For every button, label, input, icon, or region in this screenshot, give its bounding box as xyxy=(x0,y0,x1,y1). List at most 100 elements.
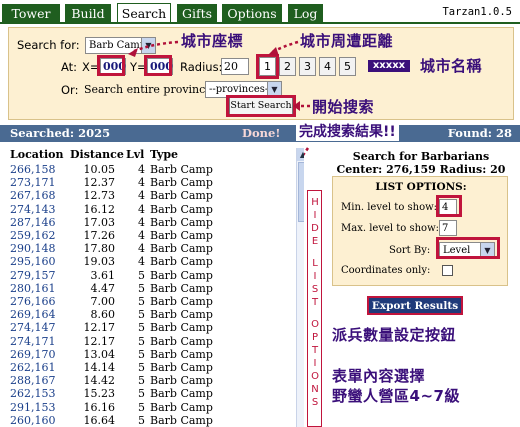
level-cell: 5 xyxy=(138,413,145,427)
highlight-min-level xyxy=(436,195,462,217)
panel-center: Center: 276,159 Radius: 20 xyxy=(336,163,506,176)
results-scrollbar[interactable]: ▲ xyxy=(296,148,304,427)
header-type[interactable]: Type xyxy=(150,148,178,161)
distance-cell: 8.60 xyxy=(90,308,116,322)
location-link[interactable]: 274,147 xyxy=(10,321,56,334)
table-row[interactable]: 260,160 16.64 5 Barb Camp xyxy=(10,414,290,427)
level-cell: 5 xyxy=(138,308,145,322)
distance-cell: 15.23 xyxy=(83,387,116,401)
hide-options-letter: E xyxy=(311,236,319,247)
type-cell: Barb Camp xyxy=(150,400,213,414)
hide-list-options-button[interactable]: HIDELISTOPTIONS xyxy=(307,190,322,427)
location-link[interactable]: 267,168 xyxy=(10,189,56,202)
max-level-label: Max. level to show: xyxy=(341,223,439,234)
level-cell: 5 xyxy=(138,374,145,388)
type-cell: Barb Camp xyxy=(150,413,213,427)
table-row[interactable]: 274,171 12.17 5 Barb Camp xyxy=(10,335,290,348)
type-cell: Barb Camp xyxy=(150,189,213,203)
distance-cell: 16.64 xyxy=(83,413,116,427)
header-distance[interactable]: Distance xyxy=(70,148,124,161)
level-cell: 4 xyxy=(138,229,145,242)
table-row[interactable]: 259,162 17.26 4 Barb Camp xyxy=(10,229,290,242)
location-link[interactable]: 274,171 xyxy=(10,335,56,348)
location-link[interactable]: 280,161 xyxy=(10,282,56,295)
sort-by-label: Sort By: xyxy=(389,245,431,256)
location-link[interactable]: 273,171 xyxy=(10,176,56,189)
type-cell: Barb Camp xyxy=(150,347,213,361)
level-cell: 5 xyxy=(138,387,145,401)
table-row[interactable]: 290,148 17.80 4 Barb Camp xyxy=(10,242,290,255)
level-cell: 4 xyxy=(138,189,145,203)
location-link[interactable]: 290,148 xyxy=(10,242,56,255)
distance-cell: 16.16 xyxy=(83,400,116,414)
list-options-heading: LIST OPTIONS: xyxy=(375,181,467,193)
distance-cell: 7.00 xyxy=(90,295,116,308)
annotation-troops-button: 派兵數量設定按鈕 xyxy=(332,326,457,344)
location-link[interactable]: 291,153 xyxy=(10,401,56,414)
location-link[interactable]: 295,160 xyxy=(10,255,56,268)
location-link[interactable]: 262,161 xyxy=(10,361,56,374)
level-cell: 5 xyxy=(138,334,145,348)
export-results-button[interactable]: Export Results xyxy=(367,296,463,315)
max-level-input[interactable]: 7 xyxy=(439,220,457,236)
location-link[interactable]: 276,166 xyxy=(10,295,56,308)
level-cell: 5 xyxy=(138,295,145,308)
location-link[interactable]: 269,170 xyxy=(10,348,56,361)
header-level[interactable]: Lvl xyxy=(126,148,144,161)
table-row[interactable]: 269,170 13.04 5 Barb Camp xyxy=(10,348,290,361)
type-cell: Barb Camp xyxy=(150,387,213,401)
location-link[interactable]: 259,162 xyxy=(10,229,56,242)
distance-cell: 16.12 xyxy=(83,202,116,216)
hide-options-letter: I xyxy=(313,210,317,221)
header-location[interactable]: Location xyxy=(10,148,64,161)
scroll-up-icon[interactable]: ▲ xyxy=(297,148,304,161)
distance-cell: 14.42 xyxy=(83,374,116,388)
hide-options-letter: P xyxy=(311,332,319,343)
table-row[interactable]: 266,158 10.05 4 Barb Camp xyxy=(10,163,290,176)
table-row[interactable]: 274,147 12.17 5 Barb Camp xyxy=(10,321,290,334)
type-cell: Barb Camp xyxy=(150,163,213,176)
table-row[interactable]: 291,153 16.16 5 Barb Camp xyxy=(10,401,290,414)
location-link[interactable]: 279,157 xyxy=(10,269,56,282)
location-link[interactable]: 288,167 xyxy=(10,374,56,387)
location-link[interactable]: 274,143 xyxy=(10,203,56,216)
type-cell: Barb Camp xyxy=(150,202,213,216)
list-options-box: LIST OPTIONS: Min. level to show: 4 Max.… xyxy=(332,176,508,286)
distance-cell: 12.37 xyxy=(83,176,116,190)
location-link[interactable]: 266,158 xyxy=(10,163,56,176)
location-link[interactable]: 287,146 xyxy=(10,216,56,229)
level-cell: 4 xyxy=(138,215,145,229)
type-cell: Barb Camp xyxy=(150,361,213,374)
type-cell: Barb Camp xyxy=(150,215,213,229)
distance-cell: 17.26 xyxy=(83,229,116,242)
coords-only-checkbox[interactable] xyxy=(442,265,453,276)
location-link[interactable]: 262,153 xyxy=(10,387,56,400)
location-link[interactable]: 260,160 xyxy=(10,414,56,427)
table-row[interactable]: 279,157 3.61 5 Barb Camp xyxy=(10,269,290,282)
table-row[interactable]: 280,161 4.47 5 Barb Camp xyxy=(10,282,290,295)
table-row[interactable]: 288,167 14.42 5 Barb Camp xyxy=(10,374,290,387)
done-status: Done! xyxy=(242,126,281,140)
hide-options-letter: T xyxy=(311,345,319,356)
scroll-thumb[interactable] xyxy=(298,162,304,222)
table-row[interactable]: 267,168 12.73 4 Barb Camp xyxy=(10,189,290,202)
distance-cell: 19.03 xyxy=(83,255,116,269)
annotation-form-select-2: 野蠻人營區4~7級 xyxy=(332,387,460,405)
searched-count: Searched: 2025 xyxy=(10,126,111,140)
table-row[interactable]: 269,164 8.60 5 Barb Camp xyxy=(10,308,290,321)
hide-options-letter: O xyxy=(311,319,319,330)
level-cell: 5 xyxy=(138,347,145,361)
level-cell: 4 xyxy=(138,176,145,190)
distance-cell: 12.17 xyxy=(83,321,116,335)
hide-options-letter: L xyxy=(312,258,318,269)
table-row[interactable]: 295,160 19.03 4 Barb Camp xyxy=(10,255,290,268)
table-row[interactable]: 262,161 14.14 5 Barb Camp xyxy=(10,361,290,374)
table-row[interactable]: 274,143 16.12 4 Barb Camp xyxy=(10,203,290,216)
location-link[interactable]: 269,164 xyxy=(10,308,56,321)
table-row[interactable]: 262,153 15.23 5 Barb Camp xyxy=(10,387,290,400)
type-cell: Barb Camp xyxy=(150,229,213,242)
table-row[interactable]: 276,166 7.00 5 Barb Camp xyxy=(10,295,290,308)
table-row[interactable]: 287,146 17.03 4 Barb Camp xyxy=(10,216,290,229)
level-cell: 5 xyxy=(138,400,145,414)
table-row[interactable]: 273,171 12.37 4 Barb Camp xyxy=(10,176,290,189)
